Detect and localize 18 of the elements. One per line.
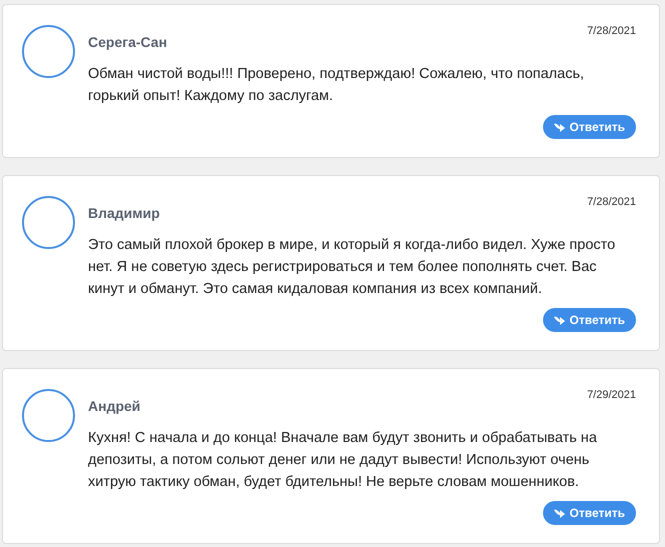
- comment-date: 7/28/2021: [587, 25, 636, 37]
- reply-arrow-icon: [554, 122, 566, 132]
- comment-date: 7/28/2021: [587, 196, 636, 208]
- author-name: Андрей: [88, 398, 140, 414]
- reply-button[interactable]: Ответить: [542, 501, 636, 525]
- avatar-icon: [22, 389, 75, 442]
- avatar-icon: [22, 25, 75, 78]
- reply-arrow-icon: [554, 315, 566, 325]
- comment-text: Это самый плохой брокер в мире, и который я когда-либо видел. Хуже просто нет. Я не советую здесь регистрироваться и тем более пополнять счет. Вас кинут и обманут. Это самая кидаловая компания из всех компаний.: [88, 236, 616, 299]
- author-name: Серега-Сан: [88, 34, 168, 50]
- comment-text: Кухня! С начала и до конца! Вначале вам будут звонить и обрабатывать на депозиты, а потом сольют денег или не дадут вывести! Используют очень хитрую тактику обман, будет бдительны! Не верьте словам мошенников.: [88, 429, 598, 492]
- comment-text: Обман чистой воды!!! Проверено, подтверждаю! Сожалею, что попалась, горький опыт! Каждому по заслугам.: [88, 65, 586, 106]
- reply-arrow-icon: [554, 508, 566, 518]
- avatar-icon: [22, 196, 75, 249]
- comment-date: 7/29/2021: [587, 389, 636, 401]
- author-name: Владимир: [88, 205, 160, 221]
- reply-button[interactable]: Ответить: [542, 308, 636, 332]
- reply-button[interactable]: Ответить: [542, 115, 636, 139]
